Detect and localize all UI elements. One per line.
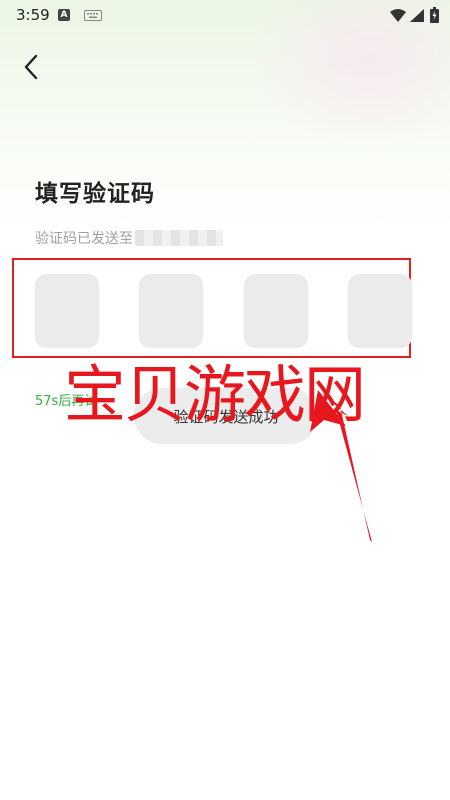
- code-digit-input-1[interactable]: [35, 274, 99, 348]
- annotation-arrow-icon: [310, 390, 372, 542]
- code-digit-input-3[interactable]: [244, 274, 308, 348]
- notification-a-icon: A: [58, 9, 70, 21]
- chevron-left-icon: [24, 54, 38, 80]
- code-digit-input-2[interactable]: [139, 274, 203, 348]
- wifi-icon: [390, 9, 406, 22]
- page-title: 填写验证码: [35, 181, 155, 207]
- back-button[interactable]: [14, 50, 48, 84]
- masked-phone-number: [135, 230, 223, 246]
- sent-to-row: 验证码已发送至: [35, 228, 223, 248]
- battery-icon: [430, 7, 439, 23]
- status-bar: 3:59 A: [0, 0, 450, 30]
- sent-to-label: 验证码已发送至: [35, 231, 133, 247]
- keyboard-icon: [84, 10, 102, 21]
- signal-icon: [410, 9, 424, 22]
- code-digit-input-4[interactable]: [348, 274, 412, 348]
- status-time: 3:59: [16, 6, 50, 24]
